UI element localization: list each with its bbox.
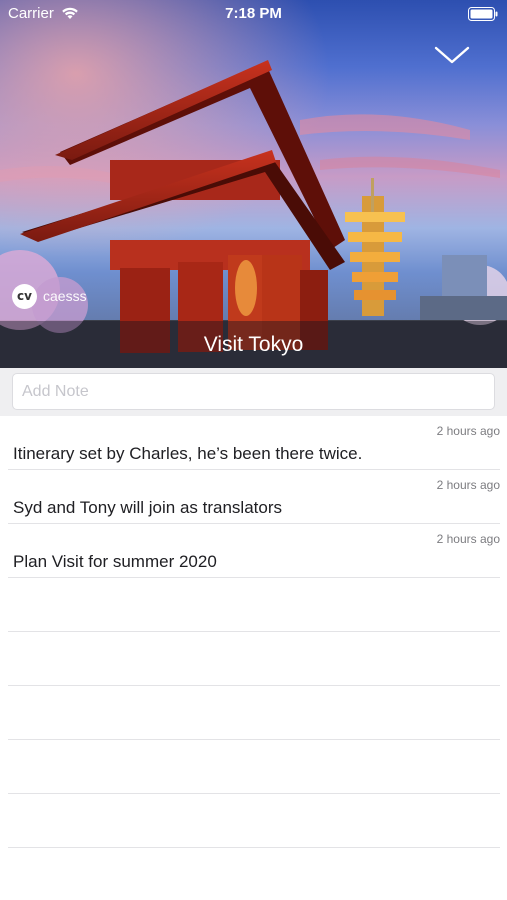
page-title: Visit Tokyo bbox=[203, 332, 304, 356]
battery-icon bbox=[468, 7, 498, 21]
list-item[interactable]: 2 hours ago Plan Visit for summer 2020 bbox=[0, 524, 507, 578]
list-item[interactable]: 2 hours ago Syd and Tony will join as tr… bbox=[0, 470, 507, 524]
add-note-input[interactable] bbox=[12, 373, 495, 410]
note-timestamp: 2 hours ago bbox=[436, 424, 500, 438]
empty-row bbox=[0, 794, 507, 848]
avatar: cv bbox=[12, 283, 37, 309]
status-bar: Carrier 7:18 PM bbox=[0, 0, 507, 28]
note-timestamp: 2 hours ago bbox=[436, 532, 500, 546]
note-text: Plan Visit for summer 2020 bbox=[13, 552, 217, 571]
chevron-down-icon bbox=[434, 46, 470, 64]
owner-name: caesss bbox=[43, 288, 87, 304]
hero-image: Carrier 7:18 PM cv caesss Visit Tokyo bbox=[0, 0, 507, 368]
empty-row bbox=[0, 578, 507, 632]
note-text: Itinerary set by Charles, he’s been ther… bbox=[13, 444, 363, 463]
note-timestamp: 2 hours ago bbox=[436, 478, 500, 492]
status-time: 7:18 PM bbox=[225, 5, 282, 22]
divider bbox=[8, 847, 500, 848]
add-note-bar bbox=[0, 368, 507, 416]
temple-photo bbox=[0, 0, 507, 368]
empty-row bbox=[0, 686, 507, 740]
dismiss-button[interactable] bbox=[432, 38, 472, 72]
empty-row bbox=[0, 740, 507, 794]
owner-info[interactable]: cv caesss bbox=[12, 283, 87, 309]
list-item[interactable]: 2 hours ago Itinerary set by Charles, he… bbox=[0, 416, 507, 470]
empty-row bbox=[0, 632, 507, 686]
note-text: Syd and Tony will join as translators bbox=[13, 498, 282, 517]
title-banner: Visit Tokyo bbox=[0, 321, 507, 368]
notes-list: 2 hours ago Itinerary set by Charles, he… bbox=[0, 416, 507, 848]
